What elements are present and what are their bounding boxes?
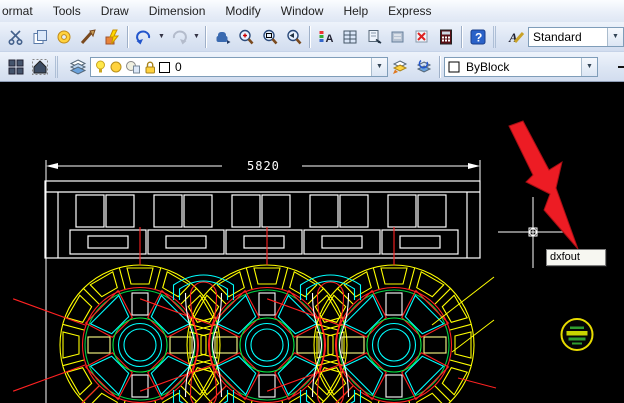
standard-toolbar: ▼ ▼ A ? A Standard ▼ (0, 22, 624, 52)
menu-help[interactable]: Help (333, 0, 378, 22)
cad-drawing: 5820 (0, 120, 594, 403)
design-center-icon[interactable] (338, 24, 362, 50)
text-style-dropdown-icon[interactable]: ▼ (607, 27, 623, 46)
quick-calc-icon[interactable] (434, 24, 458, 50)
dimension-text: 5820 (247, 159, 280, 173)
square-panels (75, 194, 447, 228)
redo-icon[interactable] (167, 24, 191, 50)
layer-lock-icon[interactable] (143, 59, 157, 75)
toolbar-separator (205, 25, 207, 48)
redo-dropdown-icon[interactable]: ▼ (191, 25, 202, 49)
menu-dimension[interactable]: Dimension (139, 0, 216, 22)
menu-bar: ormat Tools Draw Dimension Modify Window… (0, 0, 624, 23)
svg-text:A: A (508, 30, 518, 45)
drawing-area[interactable]: 5820 dxfout (0, 82, 624, 403)
autocad-window: ormat Tools Draw Dimension Modify Window… (0, 0, 624, 403)
layer-dropdown-icon[interactable]: ▼ (371, 57, 387, 76)
blocks-icon[interactable] (4, 54, 28, 80)
undo-icon[interactable] (132, 24, 156, 50)
menu-tools[interactable]: Tools (43, 0, 91, 22)
cut-icon[interactable] (4, 24, 28, 50)
layer-value: 0 (175, 59, 182, 74)
color-dropdown-icon[interactable]: ▼ (581, 57, 597, 76)
command-tooltip: dxfout (546, 249, 606, 266)
svg-text:?: ? (475, 30, 482, 44)
layers-icon[interactable] (66, 54, 90, 80)
zoom-window-icon[interactable] (258, 24, 282, 50)
zoom-previous-icon[interactable] (282, 24, 306, 50)
sheet-set-manager-icon[interactable] (386, 24, 410, 50)
zoom-realtime-icon[interactable] (234, 24, 258, 50)
svg-text:A: A (326, 33, 334, 45)
markup-icon[interactable] (410, 24, 434, 50)
text-style-value: Standard (533, 29, 582, 44)
toolbar-grip[interactable] (55, 55, 63, 78)
layer-freeze-viewport-icon[interactable] (125, 59, 141, 75)
layer-on-bulb-icon[interactable] (94, 59, 107, 75)
menu-window[interactable]: Window (271, 0, 334, 22)
color-combobox[interactable]: ByBlock ▼ (444, 56, 598, 77)
drawer-panels (69, 229, 459, 255)
layer-thaw-sun-icon[interactable] (109, 59, 123, 75)
match-properties-icon[interactable] (76, 24, 100, 50)
layer-states-icon[interactable] (388, 54, 412, 80)
text-style-combobox[interactable]: Standard ▼ (528, 26, 624, 47)
menu-format[interactable]: ormat (0, 0, 43, 22)
menu-express[interactable]: Express (378, 0, 441, 22)
construction-lines-yellow (431, 276, 495, 353)
toolbar-separator (461, 25, 463, 48)
layer-color-swatch[interactable] (159, 59, 171, 75)
pan-icon[interactable] (210, 24, 234, 50)
home-icon[interactable] (28, 54, 52, 80)
menu-draw[interactable]: Draw (91, 0, 139, 22)
toolbar-separator (439, 55, 441, 78)
layer-previous-icon[interactable] (412, 54, 436, 80)
copy-icon[interactable] (28, 24, 52, 50)
current-color-swatch (448, 61, 460, 72)
paste-icon[interactable] (52, 24, 76, 50)
toolbar-separator (309, 25, 311, 48)
tool-palettes-icon[interactable] (362, 24, 386, 50)
layers-toolbar: 0 ▼ ByBlock ▼ (0, 52, 624, 82)
color-value: ByBlock (466, 59, 510, 74)
menu-modify[interactable]: Modify (215, 0, 270, 22)
clipped-line-icon[interactable] (616, 55, 624, 79)
layer-combobox[interactable]: 0 ▼ (90, 56, 388, 77)
annotation-arrow (508, 120, 579, 250)
rosette-wheels (13, 227, 497, 403)
undo-dropdown-icon[interactable]: ▼ (156, 25, 167, 49)
watermark-logo (560, 318, 594, 351)
toolbar-grip[interactable] (493, 25, 501, 48)
cabinet-panel (44, 180, 481, 259)
construction-line-red (457, 377, 497, 389)
help-icon[interactable]: ? (466, 24, 490, 50)
text-style-icon[interactable]: A (504, 24, 528, 50)
property-painter-icon[interactable] (100, 24, 124, 50)
toolbar-separator (127, 25, 129, 48)
properties-icon[interactable]: A (314, 24, 338, 50)
